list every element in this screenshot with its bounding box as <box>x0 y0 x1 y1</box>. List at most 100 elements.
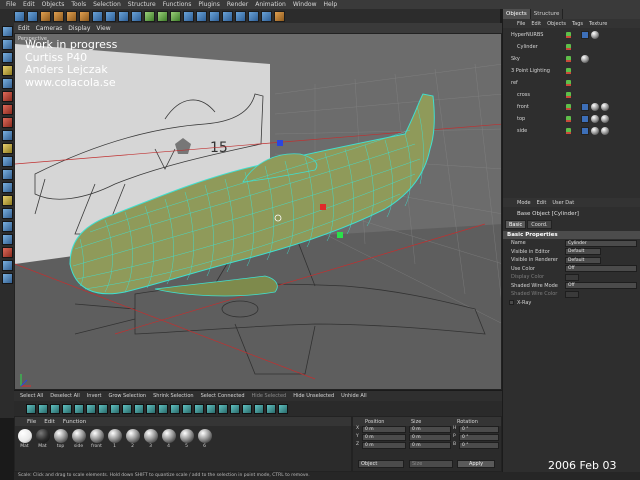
object-name[interactable]: top <box>517 114 525 124</box>
melt-icon[interactable] <box>230 403 240 414</box>
z-axis-handle[interactable] <box>337 232 343 238</box>
material-item[interactable]: 6 <box>197 429 212 449</box>
apply-button[interactable]: Apply <box>457 460 495 468</box>
selection-button[interactable]: Shrink Selection <box>153 393 193 399</box>
object-row[interactable]: 3 Point Lighting <box>503 66 640 76</box>
render-picture-viewer-icon[interactable] <box>157 10 168 22</box>
object-row[interactable]: top <box>503 114 640 124</box>
attribute-field[interactable] <box>565 290 579 298</box>
visibility-render-icon[interactable] <box>566 36 571 38</box>
deformer-icon[interactable] <box>235 10 246 22</box>
object-name[interactable]: Sky <box>511 54 520 64</box>
material-menu-function[interactable]: Function <box>63 419 86 425</box>
object-row[interactable]: side <box>503 126 640 136</box>
scene-icon[interactable] <box>248 10 259 22</box>
rotation-field[interactable]: 0 ° <box>459 434 499 441</box>
object-mode-icon[interactable] <box>1 52 13 63</box>
texture-tag-icon[interactable] <box>591 127 599 135</box>
optimize-icon[interactable] <box>242 403 252 414</box>
tab-objects[interactable]: Objects <box>503 9 531 19</box>
menu-functions[interactable]: Functions <box>163 1 192 8</box>
snap-icon[interactable] <box>1 169 13 180</box>
menu-selection[interactable]: Selection <box>93 1 121 8</box>
layout-icon[interactable] <box>1 273 13 284</box>
object-menu-edit[interactable]: Edit <box>531 21 541 27</box>
array-icon[interactable] <box>222 10 233 22</box>
object-row[interactable]: cross <box>503 90 640 100</box>
sky-texture-tag-icon[interactable] <box>581 55 589 63</box>
visibility-render-icon[interactable] <box>566 132 571 134</box>
attribute-menu-item[interactable]: User Dat <box>552 200 574 206</box>
bridge-icon[interactable] <box>74 403 84 414</box>
size-field[interactable]: 0 m <box>409 426 451 433</box>
create-polygon-icon[interactable] <box>194 403 204 414</box>
quantize-icon[interactable] <box>1 182 13 193</box>
make-editable-icon[interactable] <box>1 26 13 37</box>
visibility-render-icon[interactable] <box>566 60 571 62</box>
axis-mode-icon[interactable] <box>1 78 13 89</box>
menu-animation[interactable]: Animation <box>255 1 286 8</box>
size-field[interactable]: 0 m <box>409 434 451 441</box>
selection-button[interactable]: Grow Selection <box>109 393 147 399</box>
material-item[interactable]: 1 <box>107 429 122 449</box>
slide-icon[interactable] <box>134 403 144 414</box>
x-axis-icon[interactable] <box>92 10 103 22</box>
bevel-icon[interactable] <box>50 403 60 414</box>
visibility-render-icon[interactable] <box>566 48 571 50</box>
menu-edit[interactable]: Edit <box>23 1 35 8</box>
selection-button[interactable]: Select All <box>20 393 43 399</box>
object-menu-objects[interactable]: Objects <box>547 21 566 27</box>
rotation-field[interactable]: 0 ° <box>459 426 499 433</box>
polygons-mode-icon[interactable] <box>1 117 13 128</box>
texture-tag-icon[interactable] <box>591 115 599 123</box>
object-row[interactable]: ref <box>503 78 640 88</box>
uvw-tag-icon[interactable] <box>581 103 589 111</box>
attribute-field[interactable] <box>565 273 579 281</box>
attribute-tab[interactable]: Basic <box>505 220 527 229</box>
object-name[interactable]: 3 Point Lighting <box>511 66 550 76</box>
visibility-render-icon[interactable] <box>566 72 571 74</box>
weld-icon[interactable] <box>170 403 180 414</box>
object-menu-tags[interactable]: Tags <box>572 21 583 27</box>
points-mode-icon[interactable] <box>1 91 13 102</box>
viewport-3d[interactable]: 15 Perspective Work in progress Curtiss … <box>14 33 502 390</box>
tab-structure[interactable]: Structure <box>531 9 564 19</box>
material-item[interactable]: top <box>53 429 68 449</box>
redo-icon[interactable] <box>27 10 38 22</box>
extrude-icon[interactable] <box>26 403 36 414</box>
subdivide-icon[interactable] <box>254 403 264 414</box>
spline-icon[interactable] <box>196 10 207 22</box>
material-item[interactable]: Mat <box>17 429 32 449</box>
brush-tool-icon[interactable] <box>86 403 96 414</box>
attribute-field[interactable]: Default <box>565 248 601 255</box>
texture-tag-icon[interactable] <box>591 103 599 111</box>
position-field[interactable]: 0 m <box>362 442 406 449</box>
x-axis-handle[interactable] <box>320 204 326 210</box>
selection-button[interactable]: Invert <box>87 393 102 399</box>
attribute-field[interactable]: Off <box>565 265 637 272</box>
bodypaint-icon[interactable] <box>1 260 13 271</box>
material-menu-file[interactable]: File <box>27 419 36 425</box>
matrix-extrude-icon[interactable] <box>158 403 168 414</box>
stitch-icon[interactable] <box>182 403 192 414</box>
selection-button[interactable]: Deselect All <box>50 393 80 399</box>
scale-icon[interactable] <box>66 10 77 22</box>
size-field[interactable]: 0 m <box>409 442 451 449</box>
object-name[interactable]: HyperNURBS <box>511 30 543 40</box>
menu-window[interactable]: Window <box>293 1 317 8</box>
smooth-shift-icon[interactable] <box>146 403 156 414</box>
object-menu-file[interactable]: File <box>517 21 525 27</box>
position-field[interactable]: 0 m <box>362 426 406 433</box>
object-name[interactable]: cross <box>517 90 530 100</box>
edges-mode-icon[interactable] <box>1 104 13 115</box>
material-item[interactable]: side <box>71 429 86 449</box>
visibility-render-icon[interactable] <box>566 108 571 110</box>
material-item[interactable]: 2 <box>125 429 140 449</box>
menu-objects[interactable]: Objects <box>42 1 65 8</box>
move-icon[interactable] <box>53 10 64 22</box>
texture-tag-icon[interactable] <box>601 103 609 111</box>
solo-icon[interactable] <box>1 208 13 219</box>
attribute-field[interactable]: Cylinder <box>565 239 637 247</box>
selection-button-disabled[interactable]: Hide Selected <box>252 393 287 399</box>
object-menu-texture[interactable]: Texture <box>589 21 607 27</box>
